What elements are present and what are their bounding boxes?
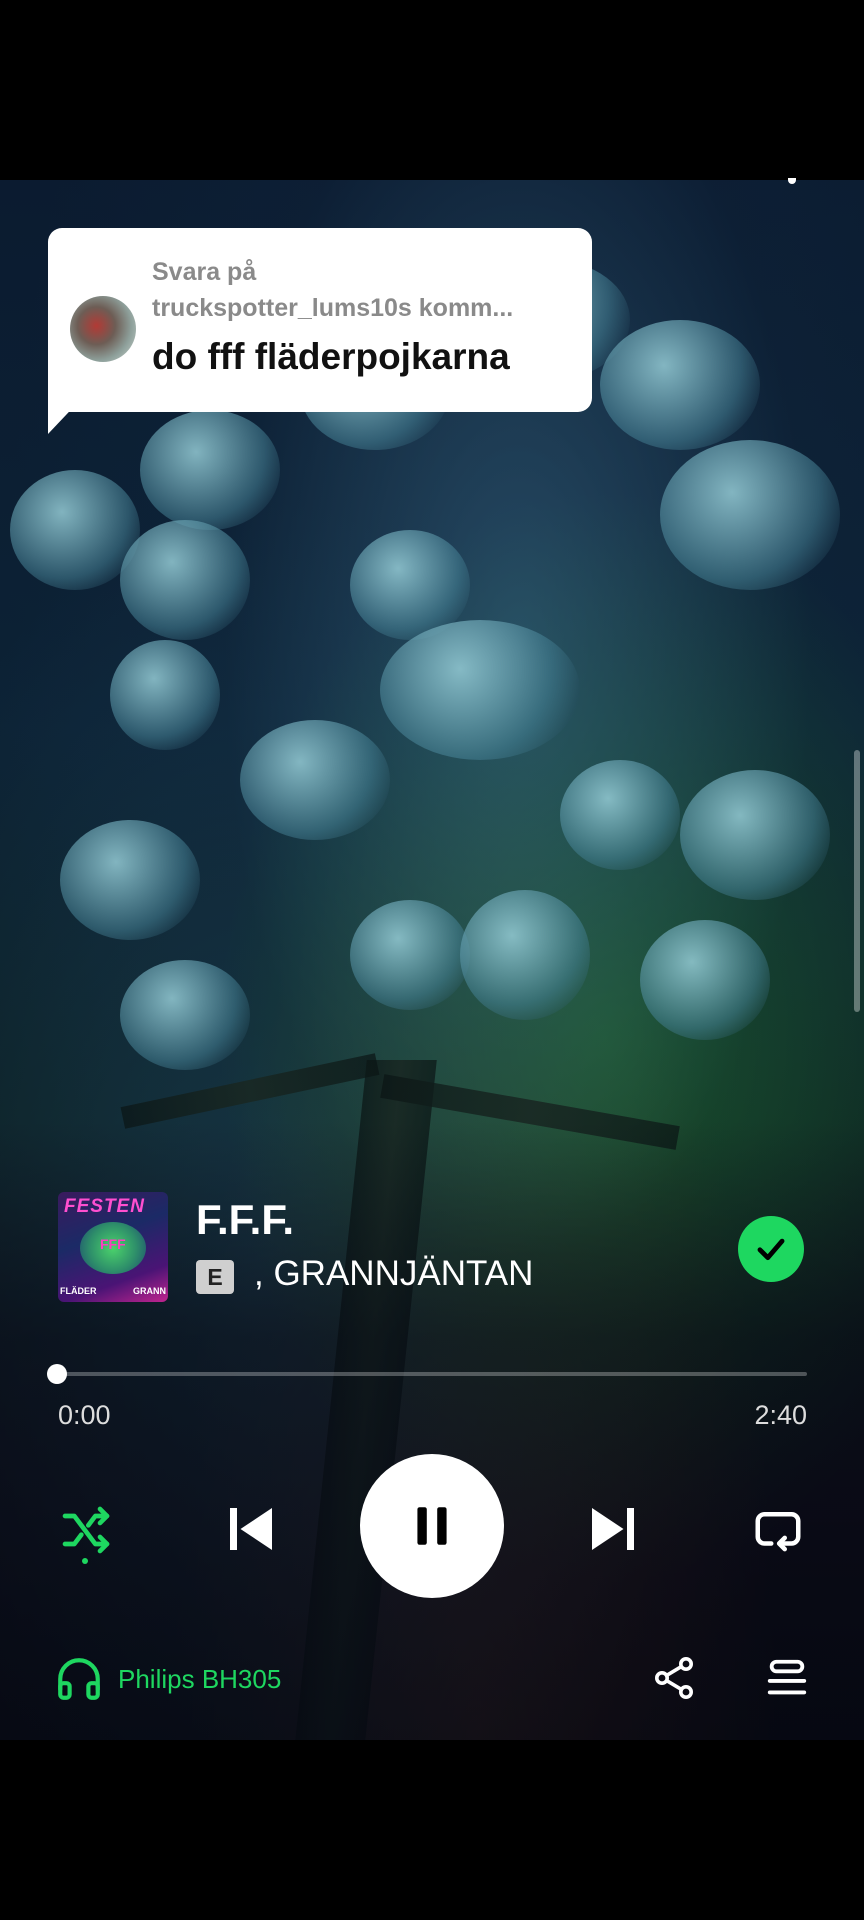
reply-label: Svara på (152, 258, 257, 286)
shuffle-button[interactable] (54, 1498, 118, 1562)
cover-center-text: FFF (100, 1236, 126, 1252)
total-time: 2:40 (754, 1400, 807, 1430)
progress-knob[interactable] (47, 1364, 67, 1384)
scroll-indicator (854, 750, 860, 1012)
comment-reply-bubble[interactable]: Svara på truckspotter_lums10s komm... do… (48, 228, 592, 412)
share-button[interactable] (650, 1652, 698, 1704)
shuffle-icon (62, 1506, 110, 1554)
cover-title: FESTEN (64, 1196, 145, 1217)
player-screen: Svara på truckspotter_lums10s komm... do… (0, 0, 864, 1920)
skip-previous-icon (230, 1508, 272, 1550)
album-cover[interactable]: FESTEN FFF FLÄDER GRANN (58, 1192, 168, 1302)
repeat-icon (755, 1512, 801, 1552)
queue-icon (767, 1659, 807, 1695)
connected-device[interactable]: Philips BH305 (54, 1654, 281, 1704)
current-time: 0:00 (58, 1400, 111, 1430)
song-title[interactable]: F.F.F. (196, 1196, 294, 1244)
play-pause-button[interactable] (360, 1454, 504, 1598)
reply-username: truckspotter_lums10s komm... (152, 294, 514, 322)
artist-name[interactable]: , GRANNJÄNTAN (254, 1254, 533, 1294)
device-name: Philips BH305 (118, 1663, 282, 1694)
progress-bar[interactable] (47, 1364, 807, 1384)
cover-bottom-text: FLÄDER GRANN (60, 1286, 166, 1296)
cover-left-text: FLÄDER (60, 1286, 97, 1296)
explicit-badge: E (196, 1260, 234, 1294)
liked-check-button[interactable] (738, 1216, 804, 1282)
reply-comment-text: do fff fläderpojkarna (152, 336, 510, 377)
share-icon (655, 1657, 693, 1699)
queue-button[interactable] (764, 1656, 810, 1702)
cover-right-text: GRANN (133, 1286, 166, 1296)
shuffle-active-dot (82, 1558, 88, 1564)
check-icon (757, 1238, 785, 1261)
next-button[interactable] (578, 1494, 648, 1564)
headphones-icon (58, 1658, 100, 1700)
commenter-avatar (70, 296, 136, 362)
skip-next-icon (592, 1508, 634, 1550)
previous-button[interactable] (216, 1494, 286, 1564)
repeat-button[interactable] (746, 1498, 810, 1562)
pause-icon (417, 1507, 447, 1545)
